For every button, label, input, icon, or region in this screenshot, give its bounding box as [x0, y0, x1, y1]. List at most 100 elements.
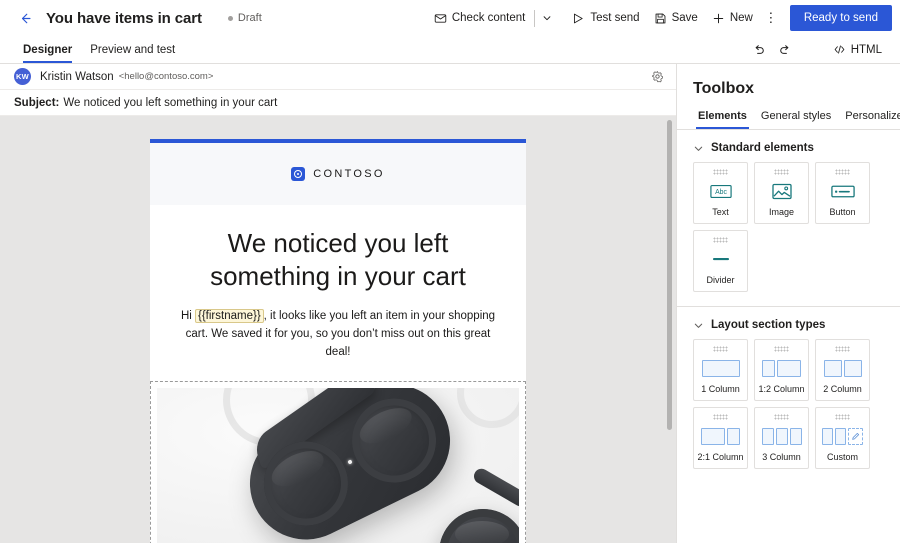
- toolbox-panel: Toolbox Elements General styles Personal…: [676, 64, 900, 543]
- canvas-scrollbar-thumb[interactable]: [667, 120, 672, 430]
- chevron-down-icon: [693, 143, 704, 154]
- save-icon: [654, 12, 667, 25]
- command-separator: [534, 9, 536, 27]
- layout-1-column-icon: [701, 352, 740, 384]
- background-ring-2: [457, 388, 519, 429]
- layout-card-2-column-label: 2 Column: [823, 384, 862, 394]
- earbud-secondary: [439, 509, 519, 543]
- email-heading: We noticed you left something in your ca…: [210, 228, 466, 291]
- element-card-image[interactable]: Image: [754, 162, 809, 224]
- gear-icon[interactable]: [648, 68, 666, 86]
- designer-tabbar: Designer Preview and test HTML: [0, 36, 900, 64]
- personalization-token[interactable]: {{firstname}}: [195, 309, 264, 323]
- divider-icon: [710, 243, 732, 275]
- email-text-section[interactable]: We noticed you left something in your ca…: [150, 205, 526, 382]
- layout-custom-icon: [822, 420, 863, 452]
- undo-icon[interactable]: [747, 38, 771, 62]
- tab-general-styles-label: General styles: [760, 110, 832, 122]
- save-button[interactable]: Save: [647, 3, 705, 33]
- layout-card-2-1-column[interactable]: 2:1 Column: [693, 407, 748, 469]
- body-split: KW Kristin Watson <hello@contoso.com> Su…: [0, 64, 900, 543]
- email-paragraph: Hi {{firstname}}, it looks like you left…: [176, 308, 500, 361]
- toolbox-tabs: Elements General styles Personalize: [677, 110, 900, 130]
- tab-preview-and-test-label: Preview and test: [90, 43, 176, 56]
- sender-row: KW Kristin Watson <hello@contoso.com>: [0, 64, 676, 90]
- svg-text:Abc: Abc: [715, 189, 727, 196]
- email-header-section[interactable]: CONTOSO: [150, 143, 526, 205]
- subject-label: Subject:: [14, 96, 60, 109]
- element-card-button-label: Button: [829, 207, 856, 217]
- subject-text: We noticed you left something in your ca…: [63, 96, 278, 109]
- layout-card-1-column[interactable]: 1 Column: [693, 339, 748, 401]
- test-send-button[interactable]: Test send: [565, 3, 646, 33]
- layout-card-1-2-column-label: 1:2 Column: [758, 384, 805, 394]
- tab-preview-and-test[interactable]: Preview and test: [81, 36, 184, 63]
- status-label: Draft: [237, 12, 262, 24]
- avatar: KW: [14, 68, 31, 85]
- status-badge: Draft: [227, 12, 262, 24]
- command-bar: You have items in cart Draft Check conte…: [0, 0, 900, 36]
- chevron-down-icon: [693, 320, 704, 331]
- text-abc-icon: Abc: [709, 175, 732, 207]
- subject-row[interactable]: Subject: We noticed you left something i…: [0, 90, 676, 116]
- layout-3-column-icon: [761, 420, 802, 452]
- canvas-scrollbar[interactable]: [666, 120, 673, 539]
- sender-email: <hello@contoso.com>: [118, 71, 214, 82]
- standard-elements-grid: Abc Text Image Button Divider: [677, 162, 900, 292]
- logo-ring: [294, 170, 303, 178]
- brand-name: CONTOSO: [313, 168, 385, 180]
- layout-card-1-2-column[interactable]: 1:2 Column: [754, 339, 809, 401]
- element-card-text-label: Text: [712, 207, 729, 217]
- element-card-button[interactable]: Button: [815, 162, 870, 224]
- layout-2-column-icon: [823, 352, 862, 384]
- tab-personalize[interactable]: Personalize: [838, 110, 900, 129]
- layout-card-3-column[interactable]: 3 Column: [754, 407, 809, 469]
- email-image-section[interactable]: [150, 381, 526, 543]
- case-led-indicator: [347, 459, 353, 466]
- image-icon: [771, 175, 792, 207]
- mail-check-icon: [434, 12, 447, 25]
- check-content-chevron-down-icon[interactable]: [537, 3, 557, 33]
- redo-icon[interactable]: [773, 38, 797, 62]
- brand-logo: CONTOSO: [291, 167, 385, 181]
- check-content-label: Check content: [451, 12, 526, 24]
- check-content-button[interactable]: Check content: [427, 3, 533, 33]
- layout-card-3-column-label: 3 Column: [762, 452, 801, 462]
- save-label: Save: [671, 12, 698, 24]
- new-label: New: [729, 12, 753, 24]
- product-image[interactable]: [157, 388, 519, 543]
- layout-card-custom[interactable]: Custom: [815, 407, 870, 469]
- html-view-button[interactable]: HTML: [825, 38, 890, 62]
- email-designer-app: You have items in cart Draft Check conte…: [0, 0, 900, 543]
- group-header-standard-elements[interactable]: Standard elements: [677, 130, 900, 162]
- new-button[interactable]: New: [705, 3, 760, 33]
- email-canvas: CONTOSO We noticed you left something in…: [0, 116, 676, 543]
- layout-section-types-grid: 1 Column 1:2 Column 2 Column 2:1 Column …: [677, 339, 900, 469]
- element-card-divider[interactable]: Divider: [693, 230, 748, 292]
- element-card-text[interactable]: Abc Text: [693, 162, 748, 224]
- group-header-layout-section-types[interactable]: Layout section types: [677, 307, 900, 339]
- button-icon: [830, 175, 855, 207]
- layout-card-2-column[interactable]: 2 Column: [815, 339, 870, 401]
- layout-1-2-column-icon: [762, 352, 801, 384]
- ready-to-send-button[interactable]: Ready to send: [789, 5, 892, 31]
- sender-name: Kristin Watson: [40, 70, 114, 83]
- tab-elements[interactable]: Elements: [691, 110, 754, 129]
- layout-card-1-column-label: 1 Column: [701, 384, 740, 394]
- tab-designer-label: Designer: [23, 43, 73, 56]
- html-label: HTML: [850, 43, 882, 56]
- code-icon: [833, 43, 846, 56]
- more-options-button[interactable]: ⋮: [760, 4, 782, 32]
- paragraph-prefix: Hi: [180, 310, 195, 322]
- status-dot-icon: [227, 15, 233, 21]
- tab-designer[interactable]: Designer: [14, 36, 81, 63]
- back-arrow-icon[interactable]: [14, 7, 36, 29]
- element-card-divider-label: Divider: [706, 275, 735, 285]
- email-document: CONTOSO We noticed you left something in…: [150, 139, 526, 543]
- layout-card-custom-label: Custom: [826, 452, 858, 462]
- layout-2-1-column-icon: [701, 420, 740, 452]
- plus-icon: [712, 12, 725, 25]
- tab-elements-label: Elements: [698, 110, 747, 122]
- element-card-image-label: Image: [768, 207, 794, 217]
- tab-general-styles[interactable]: General styles: [754, 110, 838, 129]
